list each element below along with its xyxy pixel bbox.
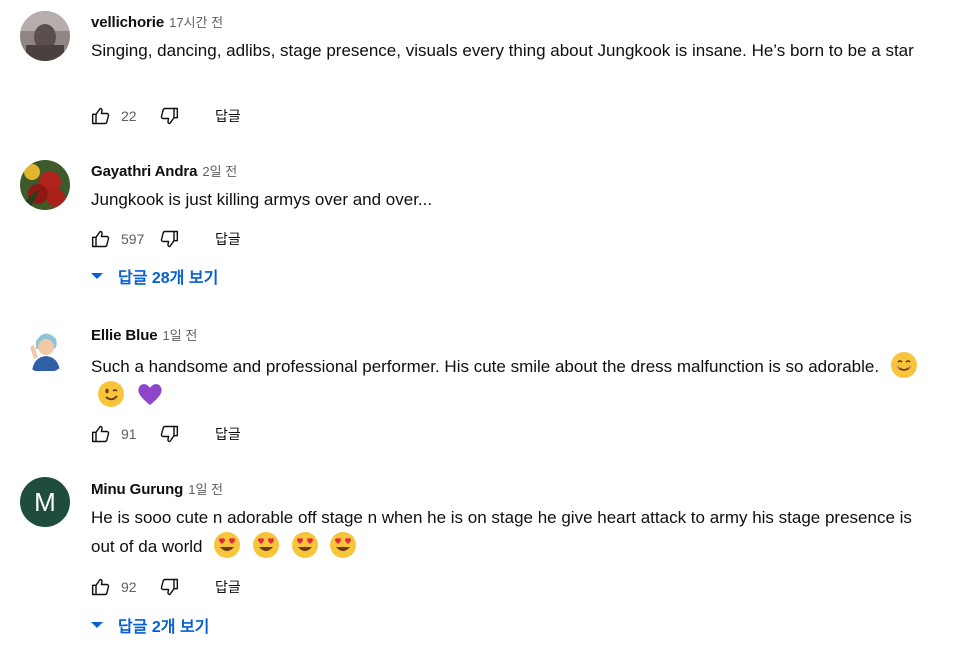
dislike-button[interactable] [159,229,179,249]
dislike-button[interactable] [159,577,179,597]
winking-face-emoji [98,381,124,407]
reply-button[interactable]: 답글 [215,106,241,126]
comment-text: Such a handsome and professional perform… [91,351,931,409]
comment-author[interactable]: Ellie Blue [91,327,158,344]
thumbs-down-icon [160,578,179,596]
comment-text: He is sooo cute n adorable off stage n w… [91,505,931,560]
comment-author[interactable]: Minu Gurung [91,481,183,498]
caret-down-icon [91,273,103,279]
view-replies-label: 답글 28개 보기 [118,270,219,287]
comment-text-body: Such a handsome and professional perform… [91,357,880,376]
like-count: 597 [121,231,145,247]
comment-timestamp[interactable]: 2일 전 [202,161,237,180]
reply-button[interactable]: 답글 [215,424,241,444]
comment-author[interactable]: Gayathri Andra [91,163,198,180]
comment-text: Jungkook is just killing armys over and … [91,190,433,209]
avatar-letter: M [34,486,56,517]
like-count: 92 [121,579,137,595]
like-count: 22 [121,108,137,124]
thumbs-up-icon [91,425,110,443]
view-replies-button[interactable]: 답글 28개 보기 [90,264,218,288]
thumbs-up-icon [91,230,110,248]
like-count: 91 [121,426,137,442]
comment-author[interactable]: vellichorie [91,14,164,31]
avatar[interactable] [20,160,70,210]
thumbs-down-icon [160,230,179,248]
avatar[interactable]: M [20,477,70,527]
like-button[interactable] [91,106,111,126]
thumbs-up-icon [91,107,110,125]
heart-eyes-emoji [291,532,318,558]
purple-heart-emoji [138,384,162,405]
heart-eyes-emoji [214,532,241,558]
comment-timestamp[interactable]: 1일 전 [188,479,223,498]
comment-timestamp[interactable]: 1일 전 [163,325,198,344]
reply-button[interactable]: 답글 [215,229,241,249]
comment-text: Singing, dancing, adlibs, stage presence… [91,41,914,60]
dislike-button[interactable] [159,424,179,444]
view-replies-label: 답글 2개 보기 [118,619,210,636]
thumbs-up-icon [91,578,110,596]
view-replies-button[interactable]: 답글 2개 보기 [90,613,209,637]
comment-timestamp[interactable]: 17시간 전 [169,12,223,31]
like-button[interactable] [91,577,111,597]
heart-eyes-emoji [252,532,279,558]
thumbs-down-icon [160,107,179,125]
reply-button[interactable]: 답글 [215,577,241,597]
like-button[interactable] [91,424,111,444]
like-button[interactable] [91,229,111,249]
dislike-button[interactable] [159,106,179,126]
heart-eyes-emoji [330,532,357,558]
avatar[interactable] [20,323,70,373]
thumbs-down-icon [160,425,179,443]
avatar[interactable] [20,11,70,61]
smiling-face-emoji [890,352,917,378]
caret-down-icon [91,622,103,628]
